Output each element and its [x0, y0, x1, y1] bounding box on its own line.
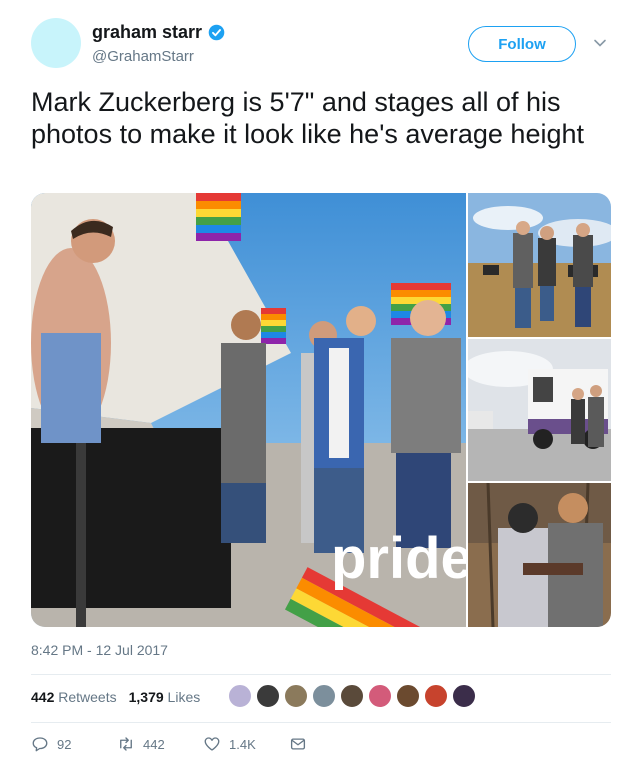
liker-avatar[interactable]	[396, 684, 420, 708]
liker-avatars	[228, 684, 476, 708]
like-count: 1.4K	[229, 736, 256, 752]
liker-avatar[interactable]	[256, 684, 280, 708]
liker-avatar[interactable]	[368, 684, 392, 708]
pride-event-photo: pride	[31, 193, 466, 627]
liker-avatar[interactable]	[452, 684, 476, 708]
verified-badge-icon	[208, 24, 225, 41]
user-handle[interactable]: @GrahamStarr	[92, 48, 194, 65]
hug-photo	[468, 483, 611, 627]
liker-avatar[interactable]	[340, 684, 364, 708]
media-overlay-text: pride	[331, 526, 466, 591]
reply-button[interactable]: 92	[31, 735, 117, 753]
tweet-timestamp[interactable]: 8:42 PM - 12 Jul 2017	[31, 642, 168, 658]
media-photo-main[interactable]: pride	[31, 193, 466, 627]
likes-stat[interactable]: 1,379 Likes	[129, 689, 201, 705]
direct-message-button[interactable]	[289, 735, 307, 753]
follow-button[interactable]: Follow	[468, 26, 576, 62]
retweet-count: 442	[143, 736, 165, 752]
media-photo-truck[interactable]	[468, 339, 611, 481]
truck-photo	[468, 339, 611, 481]
name-row: graham starr	[92, 22, 225, 43]
tweet-text: Mark Zuckerberg is 5'7" and stages all o…	[31, 87, 584, 149]
retweet-icon	[120, 737, 132, 751]
liker-avatar[interactable]	[228, 684, 252, 708]
reply-count: 92	[57, 736, 72, 752]
liker-avatar[interactable]	[312, 684, 336, 708]
tweet-header: graham starr @GrahamStarr Follow	[31, 18, 611, 72]
envelope-icon	[290, 738, 306, 750]
liker-avatar[interactable]	[424, 684, 448, 708]
heart-icon	[204, 737, 220, 751]
liker-avatar[interactable]	[284, 684, 308, 708]
like-button[interactable]: 1.4K	[203, 735, 289, 753]
chevron-down-icon[interactable]	[593, 36, 607, 50]
tweet-stats: 442 Retweets 1,379 Likes	[31, 689, 200, 705]
media-photo-hug[interactable]	[468, 483, 611, 627]
divider	[31, 722, 611, 723]
media-photo-field[interactable]	[468, 193, 611, 337]
field-photo	[468, 193, 611, 337]
retweets-stat[interactable]: 442 Retweets	[31, 689, 117, 705]
tweet-media: pride	[31, 193, 611, 627]
reply-icon	[32, 737, 48, 752]
retweet-button[interactable]: 442	[117, 735, 203, 753]
tweet-actions: 92 442 1.4K	[31, 735, 307, 753]
display-name[interactable]: graham starr	[92, 22, 202, 43]
avatar[interactable]	[31, 18, 81, 68]
divider	[31, 674, 611, 675]
